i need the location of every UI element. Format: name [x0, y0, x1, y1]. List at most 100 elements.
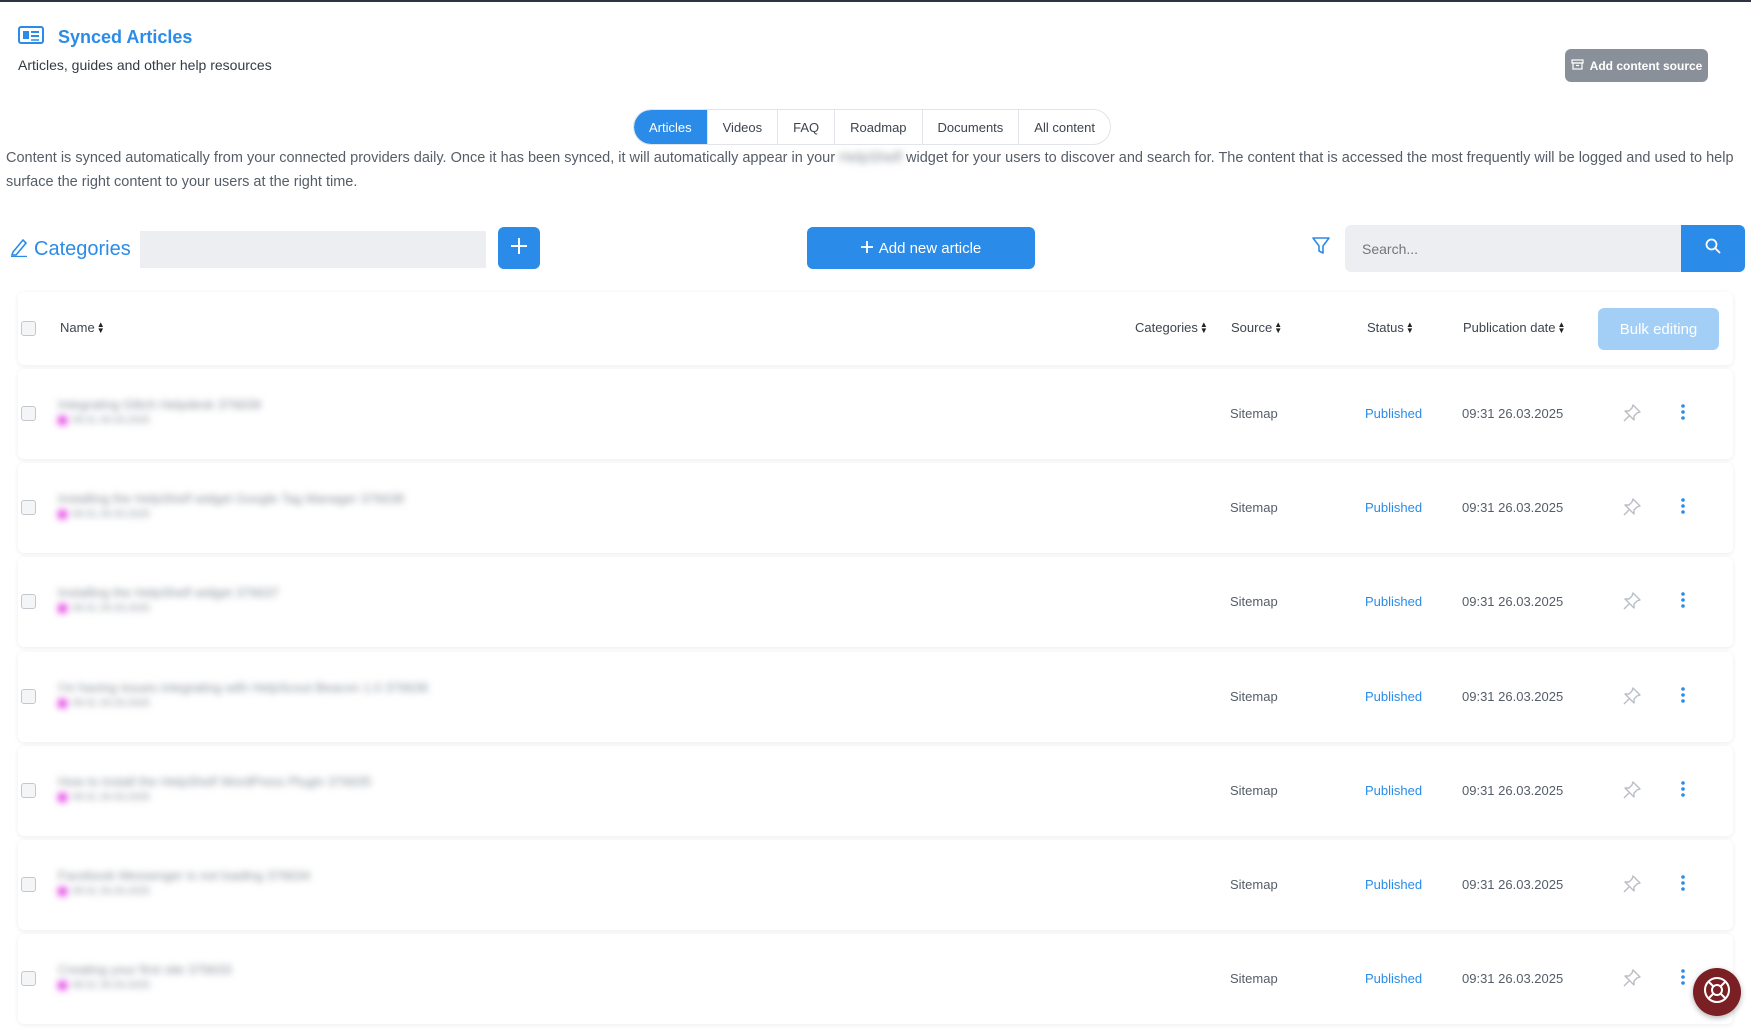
article-meta: 09:31 26.03.2025 — [58, 886, 150, 897]
more-options-icon[interactable] — [1680, 403, 1686, 426]
article-publication-date: 09:31 26.03.2025 — [1462, 971, 1564, 986]
article-name[interactable]: Facebook Messenger is not loading 376634 — [58, 868, 310, 883]
tab-articles[interactable]: Articles — [634, 110, 708, 144]
article-meta: 09:31 26.03.2025 — [58, 980, 150, 991]
article-name[interactable]: How to install the HelpShelf WordPress P… — [58, 774, 371, 789]
more-options-icon[interactable] — [1680, 780, 1686, 803]
table-row[interactable]: Integrating Glitch Helpdesk 376639 09:31 … — [18, 369, 1733, 459]
filter-icon[interactable] — [1311, 236, 1331, 261]
select-all-checkbox[interactable] — [21, 321, 36, 336]
article-meta: 09:31 26.03.2025 — [58, 603, 150, 614]
sort-icon: ▲ ▼ — [96, 319, 105, 335]
table-row[interactable]: I'm having issues integrating with HelpS… — [18, 652, 1733, 742]
column-categories[interactable]: Categories ▲ ▼ — [1135, 320, 1208, 335]
category-input[interactable] — [140, 231, 486, 268]
article-name[interactable]: Installing the HelpShelf widget Google T… — [58, 491, 404, 506]
sort-icon: ▲ ▼ — [1199, 319, 1208, 335]
page-header: Synced Articles Articles, guides and oth… — [18, 26, 272, 73]
article-name[interactable]: Installing the HelpShelf widget 376637 — [58, 585, 279, 600]
tab-documents[interactable]: Documents — [923, 110, 1020, 144]
table-row[interactable]: How to install the HelpShelf WordPress P… — [18, 746, 1733, 836]
column-publication-date[interactable]: Publication date ▲ ▼ — [1463, 320, 1565, 335]
table-row[interactable]: Creating your first site 376633 09:31 26.… — [18, 934, 1733, 1024]
row-checkbox[interactable] — [21, 971, 36, 986]
search-button[interactable] — [1681, 225, 1745, 272]
article-meta-timestamp: 09:31 26.03.2025 — [72, 415, 150, 426]
article-meta-timestamp: 09:31 26.03.2025 — [72, 603, 150, 614]
article-source: Sitemap — [1230, 971, 1278, 986]
search-icon — [1705, 238, 1721, 259]
content-tabs: Articles Videos FAQ Roadmap Documents Al… — [633, 109, 1111, 145]
table-row[interactable]: Installing the HelpShelf widget Google T… — [18, 463, 1733, 553]
article-publication-date: 09:31 26.03.2025 — [1462, 500, 1564, 515]
column-name[interactable]: Name ▲ ▼ — [60, 320, 105, 335]
pin-icon[interactable] — [1622, 968, 1642, 993]
column-source[interactable]: Source ▲ ▼ — [1231, 320, 1282, 335]
article-name[interactable]: Creating your first site 376633 — [58, 962, 231, 977]
pin-icon[interactable] — [1622, 591, 1642, 616]
row-checkbox[interactable] — [21, 689, 36, 704]
article-status[interactable]: Published — [1365, 877, 1422, 892]
article-meta: 09:31 26.03.2025 — [58, 792, 150, 803]
article-name[interactable]: Integrating Glitch Helpdesk 376639 — [58, 397, 261, 412]
categories-header[interactable]: Categories — [10, 237, 131, 262]
table-row[interactable]: Facebook Messenger is not loading 376634… — [18, 840, 1733, 930]
category-tag-icon — [58, 604, 67, 613]
row-checkbox[interactable] — [21, 406, 36, 421]
article-status[interactable]: Published — [1365, 500, 1422, 515]
pin-icon[interactable] — [1622, 780, 1642, 805]
table-row[interactable]: Installing the HelpShelf widget 376637 09… — [18, 557, 1733, 647]
row-checkbox[interactable] — [21, 500, 36, 515]
category-tag-icon — [58, 416, 67, 425]
help-lifebuoy-button[interactable] — [1693, 968, 1741, 1016]
categories-label: Categories — [34, 238, 131, 260]
pin-icon[interactable] — [1622, 686, 1642, 711]
article-status[interactable]: Published — [1365, 406, 1422, 421]
article-name[interactable]: I'm having issues integrating with HelpS… — [58, 680, 428, 695]
more-options-icon[interactable] — [1680, 497, 1686, 520]
pin-icon[interactable] — [1622, 874, 1642, 899]
category-tag-icon — [58, 887, 67, 896]
category-tag-icon — [58, 510, 67, 519]
column-source-label: Source — [1231, 320, 1273, 335]
pin-icon[interactable] — [1622, 403, 1642, 428]
lifebuoy-icon — [1702, 975, 1732, 1010]
article-status[interactable]: Published — [1365, 971, 1422, 986]
bulk-editing-button[interactable]: Bulk editing — [1598, 308, 1719, 350]
category-tag-icon — [58, 981, 67, 990]
add-category-button[interactable] — [498, 227, 540, 269]
add-new-article-button[interactable]: Add new article — [807, 227, 1035, 269]
tab-all-content[interactable]: All content — [1019, 110, 1110, 144]
sync-description: Content is synced automatically from you… — [6, 146, 1746, 194]
description-part-1: Content is synced automatically from you… — [6, 150, 836, 166]
sort-icon: ▲ ▼ — [1274, 319, 1283, 335]
article-status[interactable]: Published — [1365, 783, 1422, 798]
row-checkbox[interactable] — [21, 783, 36, 798]
more-options-icon[interactable] — [1680, 686, 1686, 709]
column-status-label: Status — [1367, 320, 1404, 335]
add-content-source-button[interactable]: Add content source — [1565, 49, 1708, 82]
sort-icon: ▲ ▼ — [1557, 319, 1566, 335]
article-status[interactable]: Published — [1365, 689, 1422, 704]
tab-faq[interactable]: FAQ — [778, 110, 836, 144]
article-source: Sitemap — [1230, 500, 1278, 515]
plus-icon — [509, 236, 529, 261]
plus-icon — [860, 240, 873, 257]
article-publication-date: 09:31 26.03.2025 — [1462, 689, 1564, 704]
tab-videos[interactable]: Videos — [708, 110, 779, 144]
more-options-icon[interactable] — [1680, 968, 1686, 991]
more-options-icon[interactable] — [1680, 591, 1686, 614]
page-subtitle: Articles, guides and other help resource… — [18, 57, 272, 73]
pin-icon[interactable] — [1622, 497, 1642, 522]
more-options-icon[interactable] — [1680, 874, 1686, 897]
row-checkbox[interactable] — [21, 877, 36, 892]
tab-roadmap[interactable]: Roadmap — [835, 110, 923, 144]
newspaper-icon — [18, 26, 44, 49]
article-meta-timestamp: 09:31 26.03.2025 — [72, 792, 150, 803]
article-meta-timestamp: 09:31 26.03.2025 — [72, 980, 150, 991]
table-header: Name ▲ ▼ Categories ▲ ▼ Source ▲ ▼ Status ▲… — [18, 292, 1733, 365]
article-status[interactable]: Published — [1365, 594, 1422, 609]
search-input[interactable] — [1345, 225, 1683, 272]
row-checkbox[interactable] — [21, 594, 36, 609]
column-status[interactable]: Status ▲ ▼ — [1367, 320, 1414, 335]
